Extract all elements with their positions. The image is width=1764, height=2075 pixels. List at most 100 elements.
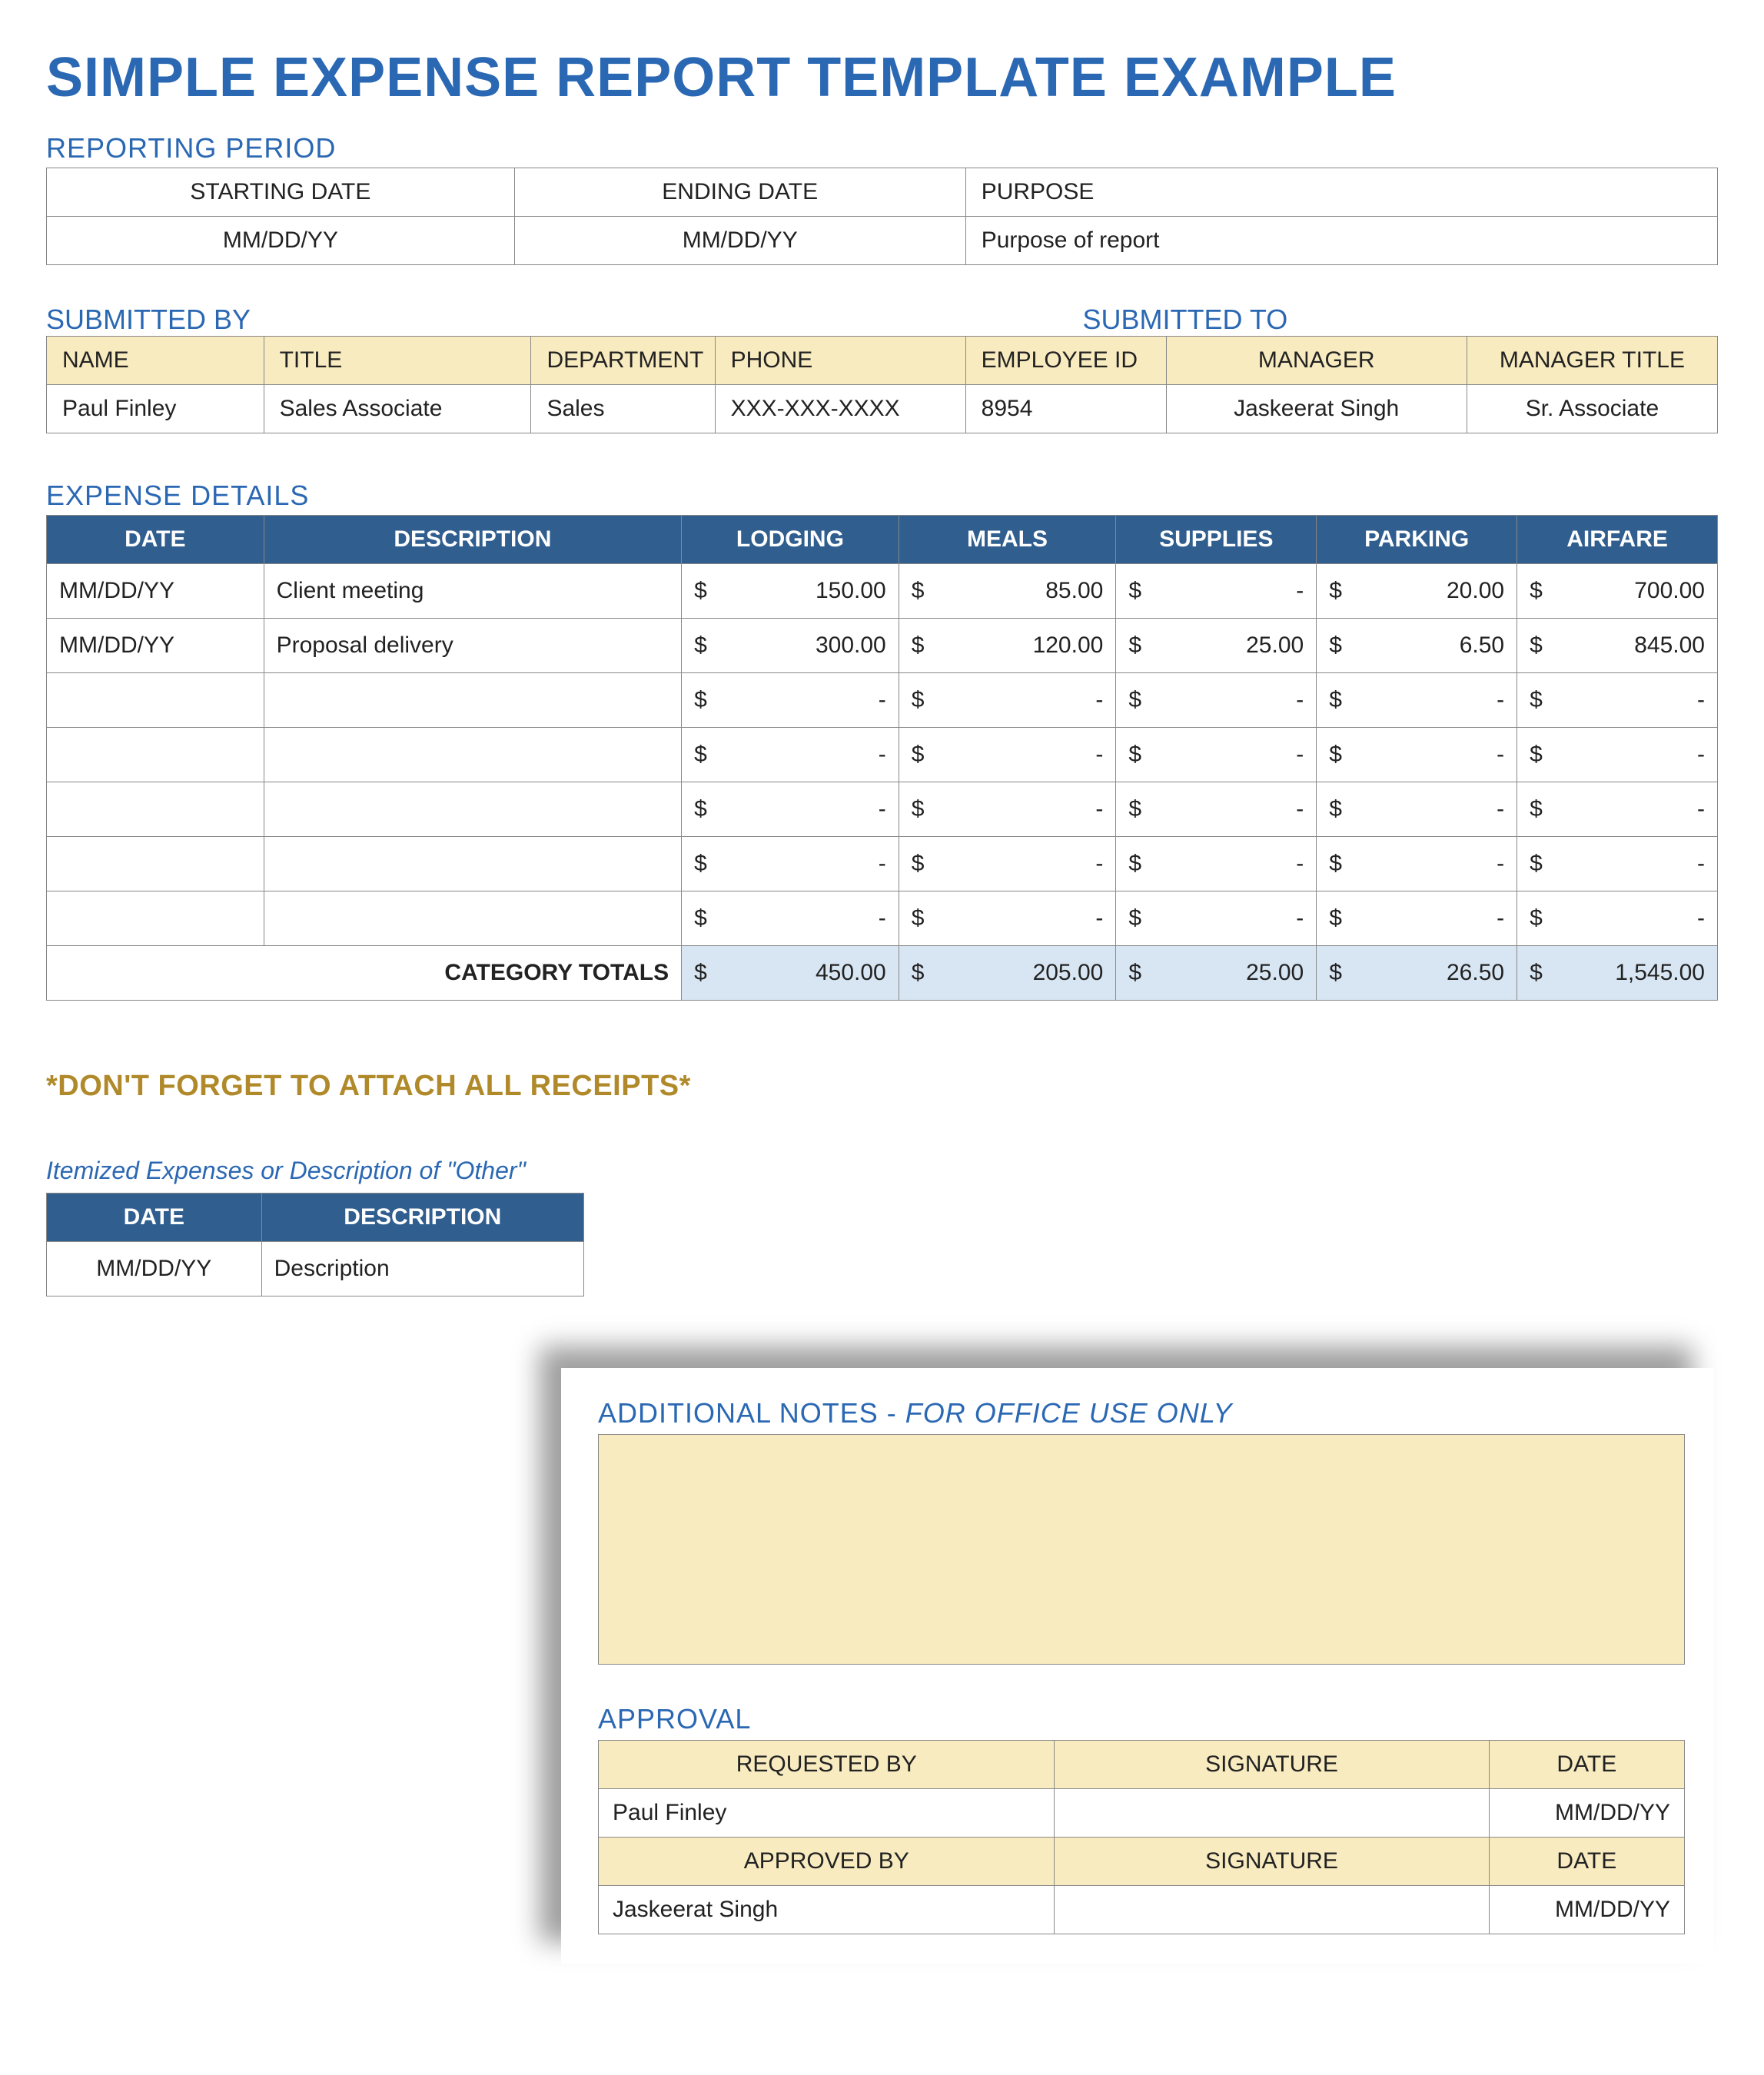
- table-row: MM/DD/YYClient meeting$150.00$85.00$-$20…: [47, 564, 1718, 619]
- expense-description-input[interactable]: Client meeting: [264, 564, 682, 619]
- itemized-date-input[interactable]: MM/DD/YY: [47, 1242, 262, 1296]
- expense-description-input[interactable]: [264, 782, 682, 837]
- col-purpose: PURPOSE: [965, 168, 1717, 217]
- manager-input[interactable]: Jaskeerat Singh: [1166, 385, 1467, 433]
- col-airfare: AIRFARE: [1517, 516, 1718, 564]
- col-supplies: SUPPLIES: [1116, 516, 1317, 564]
- expense-meals-input[interactable]: $-: [899, 891, 1116, 946]
- expense-lodging-input[interactable]: $150.00: [682, 564, 899, 619]
- col-description: DESCRIPTION: [261, 1194, 583, 1242]
- expense-report-page: SIMPLE EXPENSE REPORT TEMPLATE EXAMPLE R…: [0, 0, 1764, 2075]
- expense-supplies-input[interactable]: $-: [1116, 782, 1317, 837]
- department-input[interactable]: Sales: [531, 385, 715, 433]
- approved-by-name[interactable]: Jaskeerat Singh: [599, 1886, 1055, 1934]
- col-meals: MEALS: [899, 516, 1116, 564]
- expense-meals-input[interactable]: $120.00: [899, 619, 1116, 673]
- reporting-period-label: REPORTING PERIOD: [46, 132, 1718, 164]
- additional-notes-box[interactable]: [598, 1434, 1685, 1665]
- expense-lodging-input[interactable]: $-: [682, 782, 899, 837]
- total-supplies: $25.00: [1116, 946, 1317, 1001]
- total-airfare: $1,545.00: [1517, 946, 1718, 1001]
- employee-id-input[interactable]: 8954: [965, 385, 1166, 433]
- col-starting-date: STARTING DATE: [47, 168, 515, 217]
- expense-supplies-input[interactable]: $-: [1116, 837, 1317, 891]
- expense-parking-input[interactable]: $-: [1317, 837, 1517, 891]
- col-approved-by: APPROVED BY: [599, 1838, 1055, 1886]
- expense-lodging-input[interactable]: $-: [682, 728, 899, 782]
- expense-date-input[interactable]: [47, 673, 264, 728]
- col-date: DATE: [47, 1194, 262, 1242]
- expense-meals-input[interactable]: $-: [899, 782, 1116, 837]
- additional-notes-label: ADDITIONAL NOTES - FOR OFFICE USE ONLY: [598, 1397, 1685, 1429]
- expense-parking-input[interactable]: $6.50: [1317, 619, 1517, 673]
- name-input[interactable]: Paul Finley: [47, 385, 264, 433]
- expense-airfare-input[interactable]: $700.00: [1517, 564, 1718, 619]
- expense-date-input[interactable]: MM/DD/YY: [47, 619, 264, 673]
- col-parking: PARKING: [1317, 516, 1517, 564]
- expense-date-input[interactable]: [47, 782, 264, 837]
- table-row: $-$-$-$-$-: [47, 837, 1718, 891]
- reporting-period-table: STARTING DATE ENDING DATE PURPOSE MM/DD/…: [46, 168, 1718, 265]
- requested-by-signature[interactable]: [1055, 1789, 1489, 1838]
- expense-description-input[interactable]: [264, 673, 682, 728]
- itemized-description-input[interactable]: Description: [261, 1242, 583, 1296]
- expense-supplies-input[interactable]: $-: [1116, 728, 1317, 782]
- expense-parking-input[interactable]: $-: [1317, 728, 1517, 782]
- col-name: NAME: [47, 337, 264, 385]
- manager-title-input[interactable]: Sr. Associate: [1467, 385, 1717, 433]
- expense-airfare-input[interactable]: $845.00: [1517, 619, 1718, 673]
- expense-airfare-input[interactable]: $-: [1517, 891, 1718, 946]
- table-row: DATE DESCRIPTION: [47, 1194, 584, 1242]
- col-employee-id: EMPLOYEE ID: [965, 337, 1166, 385]
- approved-date[interactable]: MM/DD/YY: [1489, 1886, 1684, 1934]
- expense-date-input[interactable]: MM/DD/YY: [47, 564, 264, 619]
- starting-date-input[interactable]: MM/DD/YY: [47, 217, 515, 265]
- col-manager: MANAGER: [1166, 337, 1467, 385]
- table-row: Jaskeerat Singh MM/DD/YY: [599, 1886, 1685, 1934]
- col-description: DESCRIPTION: [264, 516, 682, 564]
- expense-meals-input[interactable]: $-: [899, 728, 1116, 782]
- expense-lodging-input[interactable]: $-: [682, 891, 899, 946]
- expense-date-input[interactable]: [47, 891, 264, 946]
- expense-description-input[interactable]: [264, 728, 682, 782]
- expense-supplies-input[interactable]: $25.00: [1116, 619, 1317, 673]
- expense-meals-input[interactable]: $-: [899, 673, 1116, 728]
- expense-date-input[interactable]: [47, 728, 264, 782]
- expense-description-input[interactable]: [264, 837, 682, 891]
- expense-airfare-input[interactable]: $-: [1517, 728, 1718, 782]
- total-meals: $205.00: [899, 946, 1116, 1001]
- phone-input[interactable]: XXX-XXX-XXXX: [715, 385, 965, 433]
- expense-lodging-input[interactable]: $300.00: [682, 619, 899, 673]
- expense-parking-input[interactable]: $-: [1317, 782, 1517, 837]
- title-input[interactable]: Sales Associate: [264, 385, 531, 433]
- requested-by-name[interactable]: Paul Finley: [599, 1789, 1055, 1838]
- approved-by-signature[interactable]: [1055, 1886, 1489, 1934]
- ending-date-input[interactable]: MM/DD/YY: [514, 217, 965, 265]
- requested-date[interactable]: MM/DD/YY: [1489, 1789, 1684, 1838]
- table-row: STARTING DATE ENDING DATE PURPOSE: [47, 168, 1718, 217]
- col-phone: PHONE: [715, 337, 965, 385]
- expense-meals-input[interactable]: $-: [899, 837, 1116, 891]
- expense-date-input[interactable]: [47, 837, 264, 891]
- expense-parking-input[interactable]: $-: [1317, 673, 1517, 728]
- expense-lodging-input[interactable]: $-: [682, 673, 899, 728]
- expense-airfare-input[interactable]: $-: [1517, 673, 1718, 728]
- table-row: APPROVED BY SIGNATURE DATE: [599, 1838, 1685, 1886]
- expense-lodging-input[interactable]: $-: [682, 837, 899, 891]
- expense-supplies-input[interactable]: $-: [1116, 564, 1317, 619]
- expense-supplies-input[interactable]: $-: [1116, 673, 1317, 728]
- col-title: TITLE: [264, 337, 531, 385]
- expense-supplies-input[interactable]: $-: [1116, 891, 1317, 946]
- expense-airfare-input[interactable]: $-: [1517, 837, 1718, 891]
- expense-meals-input[interactable]: $85.00: [899, 564, 1116, 619]
- col-date: DATE: [47, 516, 264, 564]
- expense-parking-input[interactable]: $20.00: [1317, 564, 1517, 619]
- purpose-input[interactable]: Purpose of report: [965, 217, 1717, 265]
- office-use-overlay: ADDITIONAL NOTES - FOR OFFICE USE ONLY A…: [561, 1368, 1714, 1964]
- itemized-table: DATE DESCRIPTION MM/DD/YY Description: [46, 1193, 584, 1296]
- expense-description-input[interactable]: [264, 891, 682, 946]
- expense-description-input[interactable]: Proposal delivery: [264, 619, 682, 673]
- expense-airfare-input[interactable]: $-: [1517, 782, 1718, 837]
- expense-parking-input[interactable]: $-: [1317, 891, 1517, 946]
- total-parking: $26.50: [1317, 946, 1517, 1001]
